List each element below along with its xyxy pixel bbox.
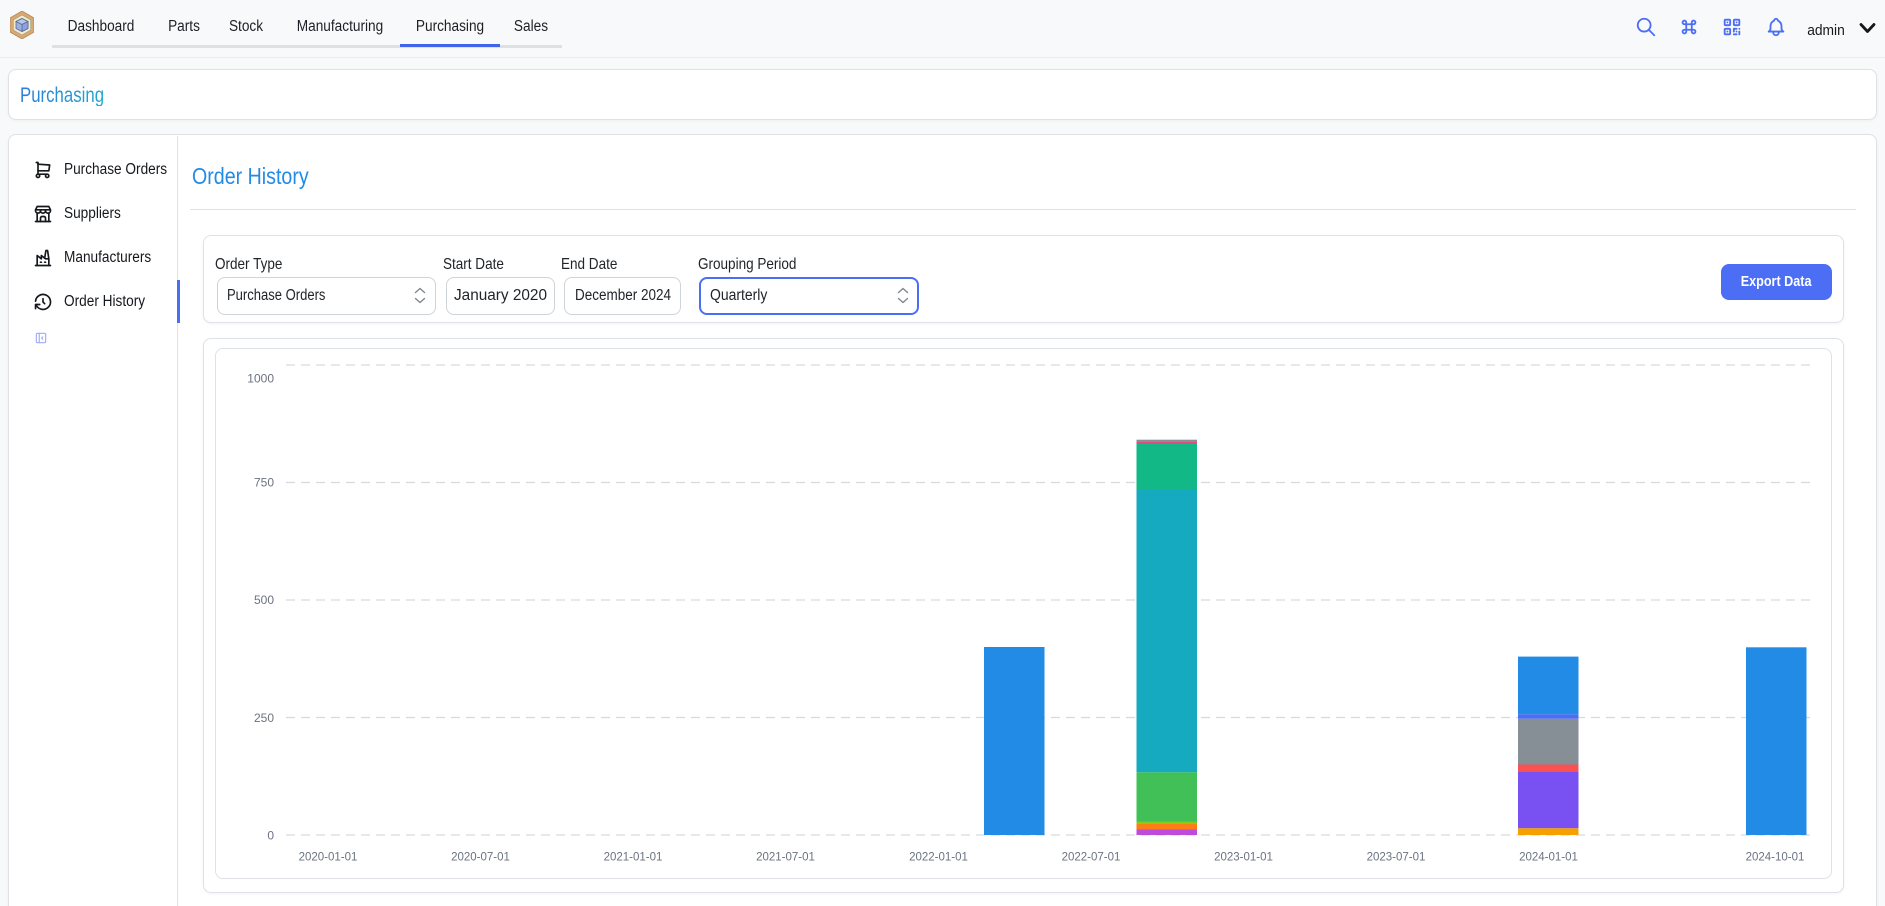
svg-text:2023-07-01: 2023-07-01 xyxy=(1366,852,1425,864)
svg-text:2020-01-01: 2020-01-01 xyxy=(298,852,357,864)
svg-text:0: 0 xyxy=(267,829,274,843)
svg-text:2023-01-01: 2023-01-01 xyxy=(1214,852,1273,864)
svg-text:2024-10-01: 2024-10-01 xyxy=(1745,852,1804,864)
svg-text:2020-07-01: 2020-07-01 xyxy=(451,852,510,864)
svg-text:2022-01-01: 2022-01-01 xyxy=(909,852,968,864)
svg-text:500: 500 xyxy=(253,593,273,607)
svg-text:2021-07-01: 2021-07-01 xyxy=(756,852,815,864)
svg-text:2022-07-01: 2022-07-01 xyxy=(1061,852,1120,864)
svg-text:1000: 1000 xyxy=(247,372,274,386)
svg-text:2024-01-01: 2024-01-01 xyxy=(1519,852,1578,864)
svg-text:250: 250 xyxy=(253,711,273,725)
svg-text:750: 750 xyxy=(253,476,273,490)
svg-text:2021-01-01: 2021-01-01 xyxy=(603,852,662,864)
